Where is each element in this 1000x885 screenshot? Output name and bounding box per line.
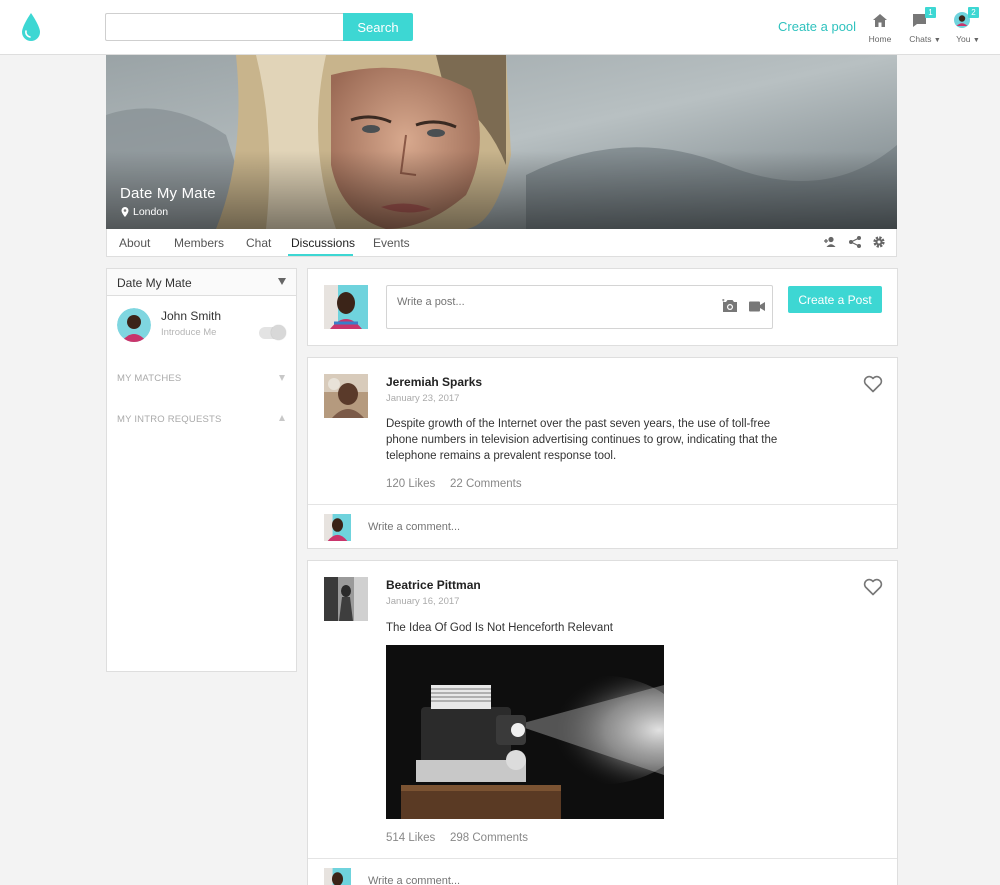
introduce-me-label: Introduce Me xyxy=(161,327,217,338)
nav-home[interactable]: Home xyxy=(860,10,900,44)
camera-icon[interactable] xyxy=(722,299,738,313)
composer-avatar xyxy=(324,285,368,329)
post-author-avatar[interactable] xyxy=(324,374,368,418)
location-label: London xyxy=(133,206,169,218)
comment-input[interactable] xyxy=(368,517,868,537)
user-name: John Smith xyxy=(161,309,222,323)
comment-input[interactable] xyxy=(368,871,868,885)
post-composer: Create a Post xyxy=(307,268,898,346)
share-icon[interactable] xyxy=(848,235,862,249)
group-location: London xyxy=(121,206,168,218)
post-card: Beatrice Pittman January 16, 2017 The Id… xyxy=(307,560,898,885)
post-card: Jeremiah Sparks January 23, 2017 Despite… xyxy=(307,357,898,549)
composer-avatar-photo xyxy=(324,285,368,329)
user-avatar xyxy=(117,308,151,342)
chevron-down-icon: ▼ xyxy=(933,37,941,44)
tab-members[interactable]: Members xyxy=(174,236,224,250)
my-intro-requests-section[interactable]: MY INTRO REQUESTS xyxy=(117,414,222,425)
create-pool-link[interactable]: Create a pool xyxy=(778,19,856,34)
heart-icon[interactable] xyxy=(863,578,883,596)
nav-you[interactable]: 2 You ▼ xyxy=(948,7,988,44)
tab-about[interactable]: About xyxy=(119,236,150,250)
comment-avatar xyxy=(324,868,351,885)
nav-chats-label: Chats xyxy=(909,34,932,44)
search-input[interactable] xyxy=(105,13,343,41)
projector-photo xyxy=(386,645,664,819)
post-author-photo xyxy=(324,577,368,621)
location-pin-icon xyxy=(121,207,129,217)
post-author-name[interactable]: Jeremiah Sparks xyxy=(386,375,482,389)
post-author-name[interactable]: Beatrice Pittman xyxy=(386,578,481,592)
post-date: January 16, 2017 xyxy=(386,596,460,607)
comment-bar xyxy=(308,504,897,548)
comment-bar xyxy=(308,858,897,885)
post-body: Despite growth of the Internet over the … xyxy=(386,418,778,462)
heart-icon[interactable] xyxy=(863,375,883,393)
chevron-down-icon[interactable] xyxy=(279,375,285,381)
post-input[interactable] xyxy=(386,285,773,329)
post-body: The Idea Of God Is Not Henceforth Releva… xyxy=(386,622,613,634)
active-tab-indicator xyxy=(288,254,353,256)
search-button[interactable]: Search xyxy=(343,13,413,41)
tab-events[interactable]: Events xyxy=(373,236,410,250)
group-title: Date My Mate xyxy=(120,185,216,202)
logo-droplet-icon[interactable] xyxy=(20,12,42,42)
group-selector-label: Date My Mate xyxy=(117,276,192,290)
group-tabs: About Members Chat Discussions Events xyxy=(106,229,897,257)
post-date: January 23, 2017 xyxy=(386,393,460,404)
post-author-avatar[interactable] xyxy=(324,577,368,621)
chevron-down-icon xyxy=(278,278,286,285)
nav-chats[interactable]: 1 Chats ▼ xyxy=(905,7,945,44)
tab-discussions[interactable]: Discussions xyxy=(291,236,355,250)
left-sidebar: Date My Mate John Smith Introduce Me MY … xyxy=(106,268,297,672)
add-member-icon[interactable] xyxy=(823,235,837,249)
cover-image xyxy=(106,55,897,229)
nav-you-label: You xyxy=(956,34,971,44)
post-author-photo xyxy=(324,374,368,418)
toggle-knob[interactable] xyxy=(271,325,286,340)
chevron-down-icon: ▼ xyxy=(972,37,980,44)
you-badge: 2 xyxy=(968,7,979,18)
home-icon xyxy=(873,14,887,27)
user-avatar-photo xyxy=(117,308,151,342)
chevron-up-icon[interactable] xyxy=(279,415,285,421)
video-camera-icon[interactable] xyxy=(749,301,765,312)
chats-badge: 1 xyxy=(925,7,936,18)
post-likes[interactable]: 514 Likes xyxy=(386,832,435,844)
post-comments-count[interactable]: 22 Comments xyxy=(450,478,522,490)
tab-chat[interactable]: Chat xyxy=(246,236,271,250)
group-selector-dropdown[interactable]: Date My Mate xyxy=(107,269,296,296)
comment-avatar xyxy=(324,514,351,541)
nav-home-label: Home xyxy=(868,34,892,44)
post-comments-count[interactable]: 298 Comments xyxy=(450,832,528,844)
top-bar: Search Create a pool Home 1 Chats ▼ 2 Yo… xyxy=(0,0,1000,55)
comment-avatar-photo xyxy=(324,514,351,541)
create-post-button[interactable]: Create a Post xyxy=(788,286,882,313)
gear-icon[interactable] xyxy=(872,235,886,249)
post-image[interactable] xyxy=(386,645,664,819)
cover-photo xyxy=(106,55,897,229)
comment-avatar-photo xyxy=(324,868,351,885)
post-likes[interactable]: 120 Likes xyxy=(386,478,435,490)
my-matches-section[interactable]: MY MATCHES xyxy=(117,373,181,384)
